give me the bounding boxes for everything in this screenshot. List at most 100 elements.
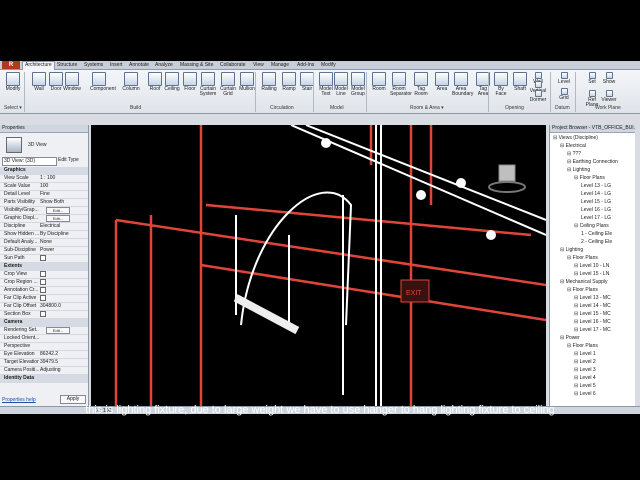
tab-manage[interactable]: Manage bbox=[271, 62, 289, 69]
tab-add-ins[interactable]: Add-Ins bbox=[297, 62, 314, 69]
select-modify-button[interactable]: Modify bbox=[4, 72, 22, 92]
browser-tree-item[interactable]: Level 17 - LG bbox=[581, 215, 611, 221]
browser-tree-item[interactable]: Level 16 - LG bbox=[581, 207, 611, 213]
property-group-header[interactable]: Identity Data bbox=[0, 375, 88, 383]
browser-tree-item[interactable]: ⊟ Level 3 bbox=[574, 367, 596, 373]
browser-tree-item[interactable]: ⊟ Mechanical Supply bbox=[560, 279, 608, 285]
property-edit-button[interactable]: Edit... bbox=[46, 215, 70, 222]
property-value[interactable]: Edit... bbox=[40, 215, 84, 223]
property-checkbox[interactable] bbox=[40, 255, 46, 261]
build-curtain-system-button[interactable]: Curtain System bbox=[199, 72, 217, 97]
build-component-button[interactable]: Component bbox=[90, 72, 116, 92]
workplane-set-button[interactable]: Set bbox=[583, 72, 601, 85]
property-value[interactable]: 86242.2 bbox=[40, 351, 84, 358]
build-window-button[interactable]: Window bbox=[63, 72, 81, 92]
property-value[interactable]: Show Both bbox=[40, 199, 84, 206]
browser-tree-item[interactable]: ⊟ Level 5 bbox=[574, 383, 596, 389]
browser-tree-item[interactable]: 2 - Ceiling Ele bbox=[581, 239, 612, 245]
browser-tree-item[interactable]: ⊟ Level 15 - LN bbox=[574, 271, 609, 277]
build-column-button[interactable]: Column bbox=[122, 72, 140, 92]
browser-tree-item[interactable]: ⊟ Floor Plans bbox=[574, 175, 605, 181]
build-roof-button[interactable]: Roof bbox=[146, 72, 164, 92]
property-checkbox[interactable] bbox=[40, 279, 46, 285]
property-value[interactable] bbox=[40, 287, 84, 294]
browser-tree-item[interactable]: ⊟ Level 4 bbox=[574, 375, 596, 381]
tab-insert[interactable]: Insert bbox=[110, 62, 123, 69]
browser-tree-item[interactable]: ⊟ Level 13 - MC bbox=[574, 295, 611, 301]
type-selector[interactable]: 3D View bbox=[2, 135, 86, 155]
property-edit-button[interactable]: Edit... bbox=[46, 207, 70, 214]
tab-architecture[interactable]: Architecture bbox=[22, 61, 55, 70]
property-group-header[interactable]: Graphics bbox=[0, 167, 88, 175]
browser-tree-item[interactable]: ⊟ Level 10 - LN bbox=[574, 263, 609, 269]
browser-tree-item[interactable]: ⊟ ??? bbox=[567, 151, 581, 157]
browser-tree-item[interactable]: ⊟ Views (Discipline) bbox=[553, 135, 598, 141]
opening-by-face-button[interactable]: By Face bbox=[492, 72, 510, 97]
browser-tree-item[interactable]: ⊟ Level 6 bbox=[574, 391, 596, 397]
browser-tree-item[interactable]: ⊟ Earthing Connection bbox=[567, 159, 618, 165]
property-value[interactable]: 100 bbox=[40, 183, 84, 190]
browser-tree-item[interactable]: ⊟ Level 16 - MC bbox=[574, 319, 611, 325]
property-value[interactable]: Edit... bbox=[40, 207, 84, 215]
tab-modify[interactable]: Modify bbox=[321, 62, 336, 69]
property-edit-button[interactable]: Edit... bbox=[46, 327, 70, 334]
room-room-separator-button[interactable]: Room Separator bbox=[390, 72, 412, 97]
property-value[interactable]: 304800.0 bbox=[40, 303, 84, 310]
build-ceiling-button[interactable]: Ceiling bbox=[163, 72, 181, 92]
browser-tree-item[interactable]: ⊟ Lighting bbox=[567, 167, 590, 173]
opening-shaft-button[interactable]: Shaft bbox=[511, 72, 529, 92]
browser-tree-item[interactable]: ⊟ Ceiling Plans bbox=[574, 223, 609, 229]
edit-type-button[interactable]: Edit Type bbox=[58, 157, 86, 164]
browser-tree-item[interactable]: Level 14 - LG bbox=[581, 191, 611, 197]
property-value[interactable] bbox=[40, 255, 84, 262]
property-value[interactable] bbox=[40, 271, 84, 278]
model-model-line-button[interactable]: Model Line bbox=[332, 72, 350, 97]
property-checkbox[interactable] bbox=[40, 287, 46, 293]
browser-tree-item[interactable]: ⊟ Level 1 bbox=[574, 351, 596, 357]
datum-grid-button[interactable]: Grid bbox=[555, 88, 573, 101]
property-checkbox[interactable] bbox=[40, 311, 46, 317]
browser-tree-item[interactable]: ⊟ Level 15 - MC bbox=[574, 311, 611, 317]
property-checkbox[interactable] bbox=[40, 271, 46, 277]
tab-structure[interactable]: Structure bbox=[57, 62, 77, 69]
opening-dormer-button[interactable]: Dormer bbox=[529, 90, 547, 103]
property-value[interactable]: 39479.5 bbox=[40, 359, 84, 366]
property-value[interactable]: 1 : 100 bbox=[40, 175, 84, 182]
browser-tree-item[interactable]: Level 13 - LG bbox=[581, 183, 611, 189]
browser-tree-item[interactable]: ⊟ Floor Plans bbox=[567, 343, 598, 349]
property-group-header[interactable]: Camera bbox=[0, 319, 88, 327]
property-value[interactable]: Adjusting bbox=[40, 367, 84, 374]
ribbon-panel-label[interactable]: Room & Area ▾ bbox=[410, 105, 444, 111]
property-value[interactable] bbox=[40, 295, 84, 302]
tab-systems[interactable]: Systems bbox=[84, 62, 103, 69]
build-mullion-button[interactable]: Mullion bbox=[238, 72, 256, 92]
3d-viewport[interactable]: EXIT bbox=[91, 124, 547, 406]
browser-tree-item[interactable]: 1 - Ceiling Ele bbox=[581, 231, 612, 237]
property-value[interactable]: Electrical bbox=[40, 223, 84, 230]
property-checkbox[interactable] bbox=[40, 295, 46, 301]
datum-level-button[interactable]: Level bbox=[555, 72, 573, 85]
browser-tree-item[interactable]: ⊟ Level 17 - MC bbox=[574, 327, 611, 333]
browser-tree-item[interactable]: ⊟ Power bbox=[560, 335, 580, 341]
property-value[interactable]: None bbox=[40, 239, 84, 246]
build-wall-button[interactable]: Wall bbox=[30, 72, 48, 92]
tab-annotate[interactable]: Annotate bbox=[129, 62, 149, 69]
property-value[interactable] bbox=[40, 311, 84, 318]
workplane-viewer-button[interactable]: Viewer bbox=[600, 90, 618, 103]
build-floor-button[interactable]: Floor bbox=[181, 72, 199, 92]
browser-tree-item[interactable]: Level 15 - LG bbox=[581, 199, 611, 205]
browser-tree-item[interactable]: ⊟ Lighting bbox=[560, 247, 583, 253]
tab-view[interactable]: View bbox=[253, 62, 264, 69]
browser-tree-item[interactable]: ⊟ Level 2 bbox=[574, 359, 596, 365]
browser-tree-item[interactable]: ⊟ Floor Plans bbox=[567, 287, 598, 293]
build-curtain-grid-button[interactable]: Curtain Grid bbox=[219, 72, 237, 97]
application-menu-button[interactable]: R bbox=[2, 61, 20, 69]
property-value[interactable] bbox=[40, 279, 84, 286]
tab-collaborate[interactable]: Collaborate bbox=[220, 62, 246, 69]
property-value[interactable]: By Discipline bbox=[40, 231, 84, 238]
browser-tree-item[interactable]: ⊟ Floor Plans bbox=[567, 255, 598, 261]
room-tag-area-button[interactable]: Tag Area bbox=[474, 72, 492, 97]
workplane-show-button[interactable]: Show bbox=[600, 72, 618, 85]
browser-tree-item[interactable]: ⊟ Electrical bbox=[560, 143, 586, 149]
browser-tree-item[interactable]: ⊟ Level 14 - MC bbox=[574, 303, 611, 309]
